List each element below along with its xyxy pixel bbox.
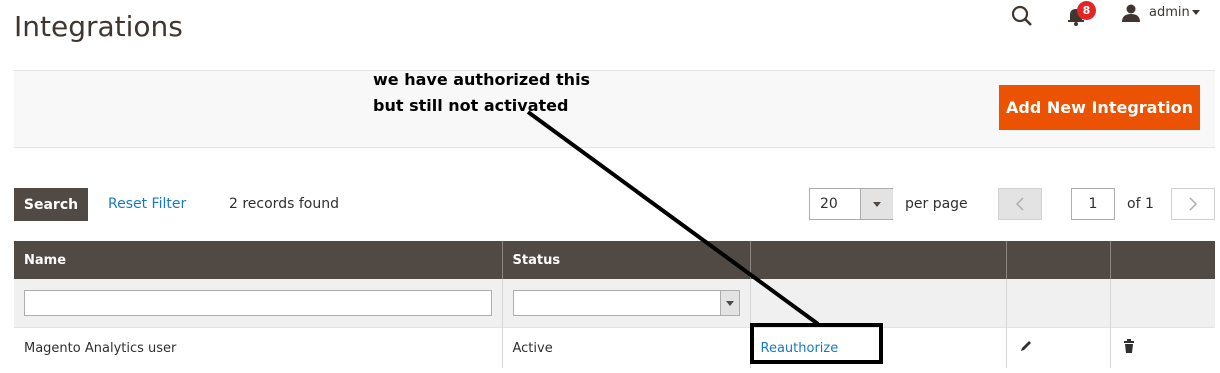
- filter-row: [14, 279, 1215, 328]
- records-count: 2 records found: [229, 196, 339, 212]
- page-total: of 1: [1127, 196, 1154, 212]
- notification-count-badge[interactable]: 8: [1077, 1, 1096, 20]
- search-icon[interactable]: [1011, 5, 1033, 27]
- previous-page-button[interactable]: [998, 188, 1042, 220]
- name-filter-input[interactable]: [24, 290, 492, 316]
- column-header-name[interactable]: Name: [14, 241, 503, 279]
- trash-icon[interactable]: [1123, 339, 1135, 353]
- column-header-activate: [750, 241, 1007, 279]
- next-page-button[interactable]: [1171, 188, 1215, 220]
- pencil-icon[interactable]: [1019, 339, 1033, 353]
- column-header-status[interactable]: Status: [502, 241, 751, 279]
- annotation-highlight-box: [750, 323, 883, 364]
- column-header-delete: [1110, 241, 1215, 279]
- add-new-integration-button[interactable]: Add New Integration: [999, 85, 1200, 130]
- chevron-down-icon[interactable]: [1192, 10, 1200, 15]
- integration-name-cell: Magento Analytics user: [14, 327, 503, 368]
- annotation-text-line2: but still not activated: [373, 96, 569, 115]
- chevron-down-icon: [725, 300, 734, 306]
- page-number-input[interactable]: 1: [1071, 188, 1115, 220]
- status-filter-select[interactable]: [512, 290, 740, 316]
- reset-filter-link[interactable]: Reset Filter: [108, 196, 186, 212]
- per-page-dropdown-button[interactable]: [860, 189, 893, 219]
- user-icon[interactable]: [1121, 3, 1141, 23]
- page-title: Integrations: [14, 10, 183, 43]
- annotation-text-line1: we have authorized this: [373, 70, 591, 89]
- chevron-left-icon: [1015, 197, 1024, 211]
- chevron-right-icon: [1189, 197, 1198, 211]
- integrations-grid: Name Status Magento Analytics user Activ…: [14, 241, 1215, 368]
- integration-status-cell: Active: [502, 327, 751, 368]
- chevron-down-icon: [873, 201, 881, 207]
- admin-menu-label[interactable]: admin: [1149, 5, 1190, 20]
- search-button[interactable]: Search: [14, 188, 88, 221]
- per-page-label: per page: [905, 196, 968, 212]
- table-row: Magento Analytics user Active Reauthoriz…: [14, 327, 1215, 368]
- column-header-edit: [1006, 241, 1111, 279]
- per-page-value: 20: [820, 196, 838, 212]
